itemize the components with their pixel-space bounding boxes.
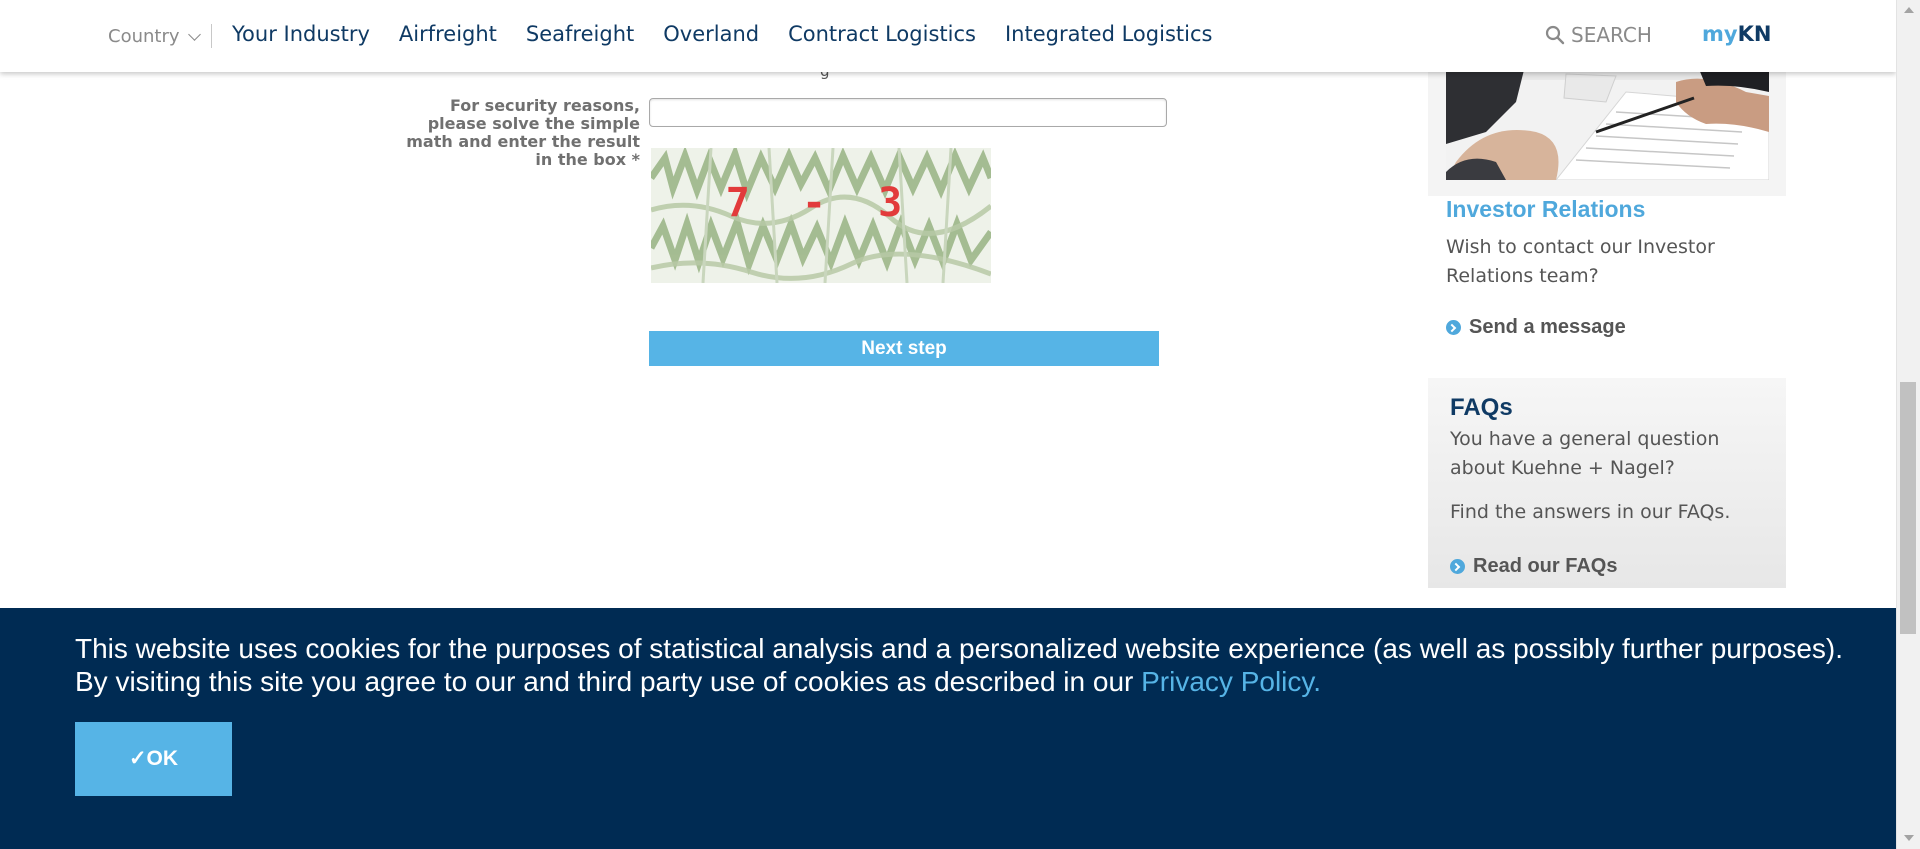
next-step-button[interactable]: Next step xyxy=(649,331,1159,366)
business-meeting-photo xyxy=(1446,62,1769,180)
cookie-ok-button[interactable]: ✓OK xyxy=(75,722,232,796)
cookie-message-text: This website uses cookies for the purpos… xyxy=(75,633,1843,697)
cookie-message: This website uses cookies for the purpos… xyxy=(75,632,1855,698)
math-answer-input[interactable] xyxy=(649,98,1167,127)
cookie-banner: This website uses cookies for the purpos… xyxy=(0,608,1896,849)
search-button[interactable]: SEARCH xyxy=(1545,23,1652,47)
nav-link-your-industry[interactable]: Your Industry xyxy=(232,22,370,46)
search-label: SEARCH xyxy=(1571,23,1652,47)
faq-description: You have a general question about Kuehne… xyxy=(1450,428,1720,479)
scroll-down-arrow-icon[interactable] xyxy=(1904,835,1914,841)
investor-relations-title[interactable]: Investor Relations xyxy=(1446,196,1645,223)
top-navigation: Country Your Industry Airfreight Seafrei… xyxy=(0,0,1896,72)
chevron-circle-right-icon xyxy=(1450,559,1465,574)
nav-link-seafreight[interactable]: Seafreight xyxy=(526,22,634,46)
mykn-link[interactable]: myKN xyxy=(1702,22,1771,46)
captcha-image: 7 - 3 xyxy=(651,148,991,283)
faq-description-secondary: Find the answers in our FAQs. xyxy=(1450,501,1731,523)
math-question-label: For security reasons, please solve the s… xyxy=(406,96,640,169)
captcha-text: 7 - 3 xyxy=(726,180,916,226)
chevron-circle-right-icon xyxy=(1446,320,1461,335)
search-icon xyxy=(1545,25,1565,45)
country-label: Country xyxy=(108,26,180,47)
main-menu: Your Industry Airfreight Seafreight Over… xyxy=(232,22,1212,46)
nav-link-contract-logistics[interactable]: Contract Logistics xyxy=(788,22,976,46)
nav-link-overland[interactable]: Overland xyxy=(663,22,759,46)
mykn-kn: KN xyxy=(1737,22,1772,46)
read-faqs-label: Read our FAQs xyxy=(1473,555,1618,577)
investor-relations-description: Wish to contact our Investor Relations t… xyxy=(1446,236,1715,287)
send-message-label: Send a message xyxy=(1469,316,1626,338)
scroll-up-arrow-icon[interactable] xyxy=(1904,7,1914,13)
read-faqs-link[interactable]: Read our FAQs xyxy=(1450,555,1617,578)
mykn-my: my xyxy=(1702,22,1738,46)
nav-divider xyxy=(211,24,212,48)
chevron-down-icon xyxy=(187,27,201,41)
vertical-scrollbar[interactable] xyxy=(1896,0,1920,849)
send-message-link[interactable]: Send a message xyxy=(1446,316,1626,339)
privacy-policy-link[interactable]: Privacy Policy. xyxy=(1141,666,1321,697)
faq-title: FAQs xyxy=(1450,394,1513,421)
page: Country Your Industry Airfreight Seafrei… xyxy=(0,0,1896,849)
nav-link-integrated-logistics[interactable]: Integrated Logistics xyxy=(1005,22,1213,46)
scrollbar-thumb[interactable] xyxy=(1900,382,1916,634)
nav-link-airfreight[interactable]: Airfreight xyxy=(399,22,497,46)
country-selector[interactable]: Country xyxy=(108,26,201,47)
